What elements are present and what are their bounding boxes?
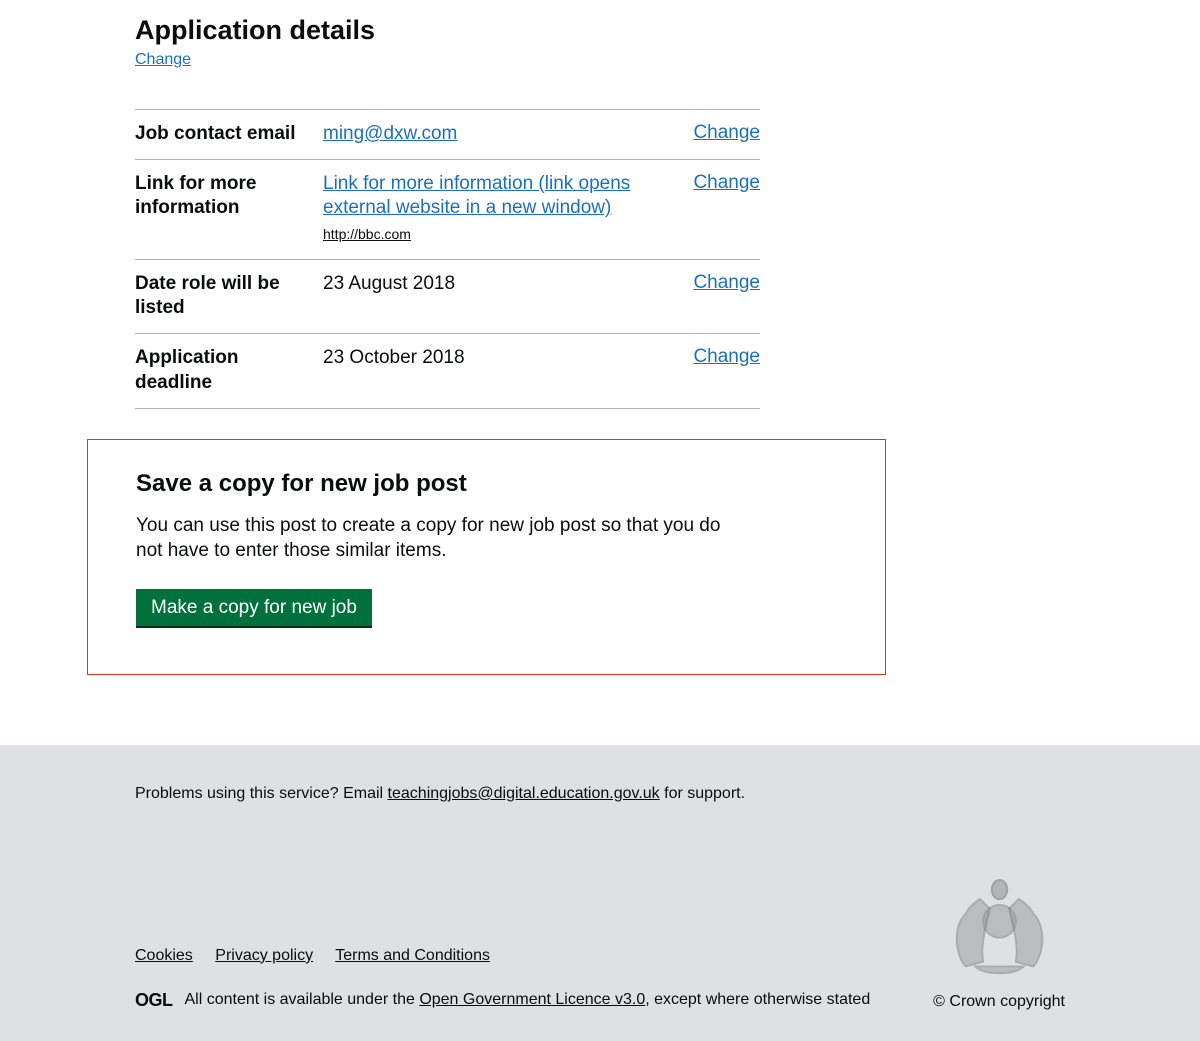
application-details-list: Job contact email ming@dxw.com Change Li… [135, 109, 760, 409]
application-details-heading: Application details [135, 15, 1065, 46]
row-value: Link for more information (link opens ex… [323, 172, 693, 247]
footer-links: Cookies Privacy policy Terms and Conditi… [135, 947, 933, 965]
save-copy-heading: Save a copy for new job post [136, 470, 837, 498]
licence-prefix: All content is available under the [185, 991, 420, 1008]
row-value: 23 August 2018 [323, 272, 693, 321]
crown-copyright-icon [937, 873, 1062, 983]
job-contact-email-link[interactable]: ming@dxw.com [323, 123, 457, 144]
crown-copyright-link[interactable]: © Crown copyright [933, 993, 1065, 1011]
change-link[interactable]: Change [693, 172, 760, 193]
more-info-url[interactable]: http://bbc.com [323, 225, 411, 243]
support-email-link[interactable]: teachingjobs@digital.education.gov.uk [388, 785, 660, 802]
save-copy-box: Save a copy for new job post You can use… [87, 439, 886, 675]
row-date-listed: Date role will be listed 23 August 2018 … [135, 260, 760, 334]
privacy-link[interactable]: Privacy policy [215, 947, 313, 964]
more-info-link[interactable]: Link for more information (link opens ex… [323, 173, 630, 219]
cookies-link[interactable]: Cookies [135, 947, 193, 964]
row-value: 23 October 2018 [323, 346, 693, 395]
terms-link[interactable]: Terms and Conditions [335, 947, 490, 964]
row-key: Job contact email [135, 122, 323, 147]
save-copy-text: You can use this post to create a copy f… [136, 513, 726, 564]
row-value: ming@dxw.com [323, 122, 693, 147]
licence-suffix: , except where otherwise stated [645, 991, 870, 1008]
change-link[interactable]: Change [693, 122, 760, 143]
change-link[interactable]: Change [693, 272, 760, 293]
change-link[interactable]: Change [693, 346, 760, 367]
footer-support-text: Problems using this service? Email teach… [135, 785, 1065, 803]
row-link-more-info: Link for more information Link for more … [135, 160, 760, 260]
row-key: Application deadline [135, 346, 323, 395]
change-section-link[interactable]: Change [135, 51, 191, 69]
support-suffix: for support. [660, 785, 745, 802]
row-application-deadline: Application deadline 23 October 2018 Cha… [135, 334, 760, 408]
footer: Problems using this service? Email teach… [0, 745, 1200, 1041]
row-key: Link for more information [135, 172, 323, 247]
licence-link[interactable]: Open Government Licence v3.0 [419, 991, 645, 1008]
row-key: Date role will be listed [135, 272, 323, 321]
support-prefix: Problems using this service? Email [135, 785, 388, 802]
row-job-contact-email: Job contact email ming@dxw.com Change [135, 109, 760, 160]
make-copy-button[interactable]: Make a copy for new job [136, 589, 372, 626]
